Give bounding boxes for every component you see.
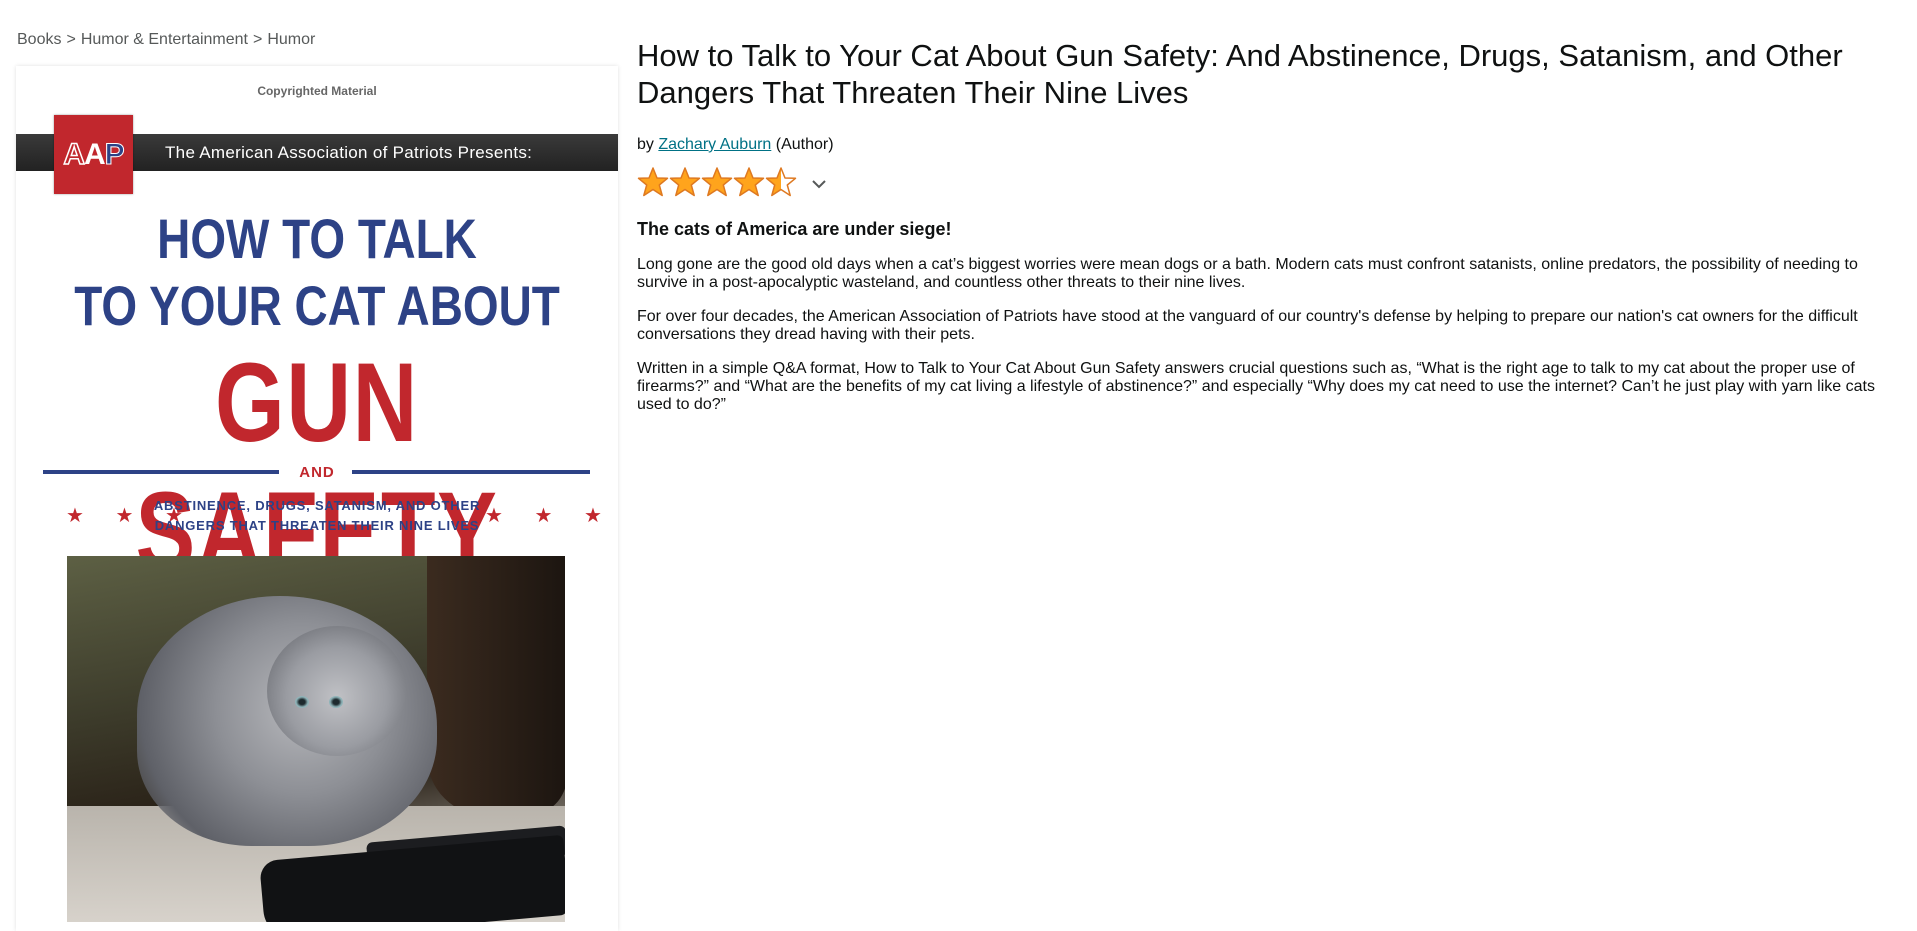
cover-stars-right: ★ ★ ★: [485, 505, 615, 527]
cover-banner-text: The American Association of Patriots Pre…: [165, 143, 533, 162]
breadcrumb-separator: >: [253, 31, 263, 48]
breadcrumb-humor[interactable]: Humor: [267, 31, 315, 49]
product-page: Books > Humor & Entertainment > Humor Co…: [0, 0, 1917, 931]
product-title: How to Talk to Your Cat About Gun Safety…: [637, 38, 1843, 110]
star-rating[interactable]: [637, 166, 1897, 203]
star-icon: [701, 166, 733, 196]
logo-letter: A: [63, 137, 86, 172]
breadcrumb-humor-entertainment[interactable]: Humor & Entertainment: [81, 31, 248, 49]
description-paragraph: For over four decades, the American Asso…: [637, 308, 1858, 343]
cover-title-line-2: TO YOUR CAT ABOUT: [74, 274, 560, 337]
description-headline: The cats of America are under siege!: [637, 219, 952, 239]
chevron-down-icon[interactable]: [811, 176, 827, 192]
star-icon: [637, 166, 669, 196]
star-icon: [765, 166, 797, 196]
copyright-notice: Copyrighted Material: [257, 84, 377, 98]
kitten-eye: [329, 696, 343, 708]
kitten-photo: [67, 556, 565, 922]
breadcrumb-separator: >: [66, 31, 76, 48]
kitten-head: [267, 626, 407, 756]
product-details: How to Talk to Your Cat About Gun Safety…: [637, 37, 1897, 414]
rating-stars[interactable]: [637, 166, 797, 203]
kitten-eye: [295, 696, 309, 708]
star-icon: [669, 166, 701, 196]
logo-letter: A: [83, 137, 106, 171]
book-cover-image[interactable]: Copyrighted Material The American Associ…: [16, 66, 618, 931]
breadcrumb-books[interactable]: Books: [17, 31, 61, 49]
by-label: by: [637, 136, 654, 153]
description-paragraph: Written in a simple Q&A format, How to T…: [637, 360, 1875, 413]
photo-background: [427, 556, 565, 816]
cover-title-line-1: HOW TO TALK: [157, 207, 477, 270]
description-paragraph: Long gone are the good old days when a c…: [637, 256, 1858, 291]
logo-letter: P: [104, 137, 125, 171]
byline: by Zachary Auburn (Author): [637, 136, 1897, 154]
cover-and: AND: [299, 464, 335, 481]
breadcrumb: Books > Humor & Entertainment > Humor: [17, 31, 315, 49]
author-role: (Author): [775, 136, 834, 153]
aap-logo: AAP: [54, 115, 133, 194]
author-link[interactable]: Zachary Auburn: [658, 136, 771, 153]
star-icon: [733, 166, 765, 196]
